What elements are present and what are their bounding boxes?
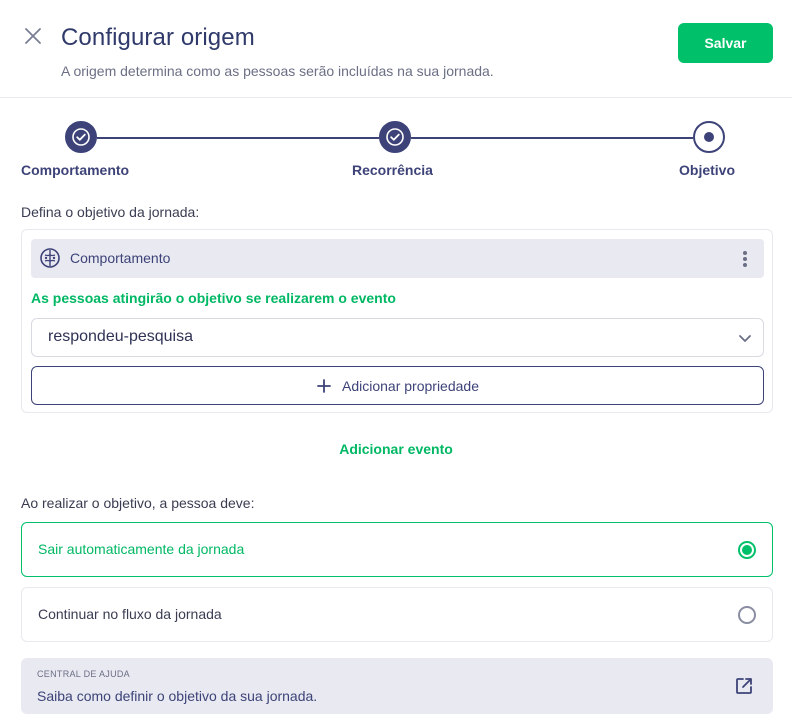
check-icon [386,128,404,146]
step-recorrencia[interactable] [379,121,411,153]
event-select[interactable]: respondeu-pesquisa [31,318,764,357]
page-subtitle: A origem determina como as pessoas serão… [61,63,494,79]
step-label-comportamento: Comportamento [21,162,130,178]
add-event-button[interactable]: Adicionar evento [339,441,453,457]
add-property-label: Adicionar propriedade [342,377,479,394]
radio-selected-icon[interactable] [738,541,756,559]
event-type-label: Comportamento [70,250,171,266]
plus-icon [317,378,331,393]
page-title: Configurar origem [61,24,255,51]
goal-section-label: Defina o objetivo da jornada: [21,204,200,220]
step-objetivo[interactable] [693,121,725,153]
more-options-icon[interactable] [738,249,752,269]
event-description: As pessoas atingirão o objetivo se reali… [31,290,396,306]
event-select-value: respondeu-pesquisa [48,328,193,345]
help-center-link[interactable]: CENTRAL DE AJUDA Saiba como definir o ob… [21,658,773,714]
close-icon[interactable] [22,25,44,47]
add-event-container: Adicionar evento [0,441,792,457]
event-card-header: Comportamento [31,239,764,278]
brain-icon [40,248,60,268]
step-connector [97,137,379,139]
option-continue-flow[interactable]: Continuar no fluxo da jornada [21,587,773,642]
step-label-recorrencia: Recorrência [352,162,433,178]
option-exit-journey[interactable]: Sair automaticamente da jornada [21,522,773,577]
help-text: Saiba como definir o objetivo da sua jor… [37,688,318,704]
option-label: Continuar no fluxo da jornada [38,606,222,622]
help-caption: CENTRAL DE AJUDA [37,669,130,679]
step-comportamento[interactable] [65,121,97,153]
save-button[interactable]: Salvar [678,23,773,63]
step-connector [411,137,693,139]
goal-event-card: Comportamento As pessoas atingirão o obj… [21,229,773,413]
option-label: Sair automaticamente da jornada [38,541,245,557]
modal-header: Configurar origem A origem determina com… [0,0,792,98]
exit-section-label: Ao realizar o objetivo, a pessoa deve: [21,495,255,511]
add-property-button[interactable]: Adicionar propriedade [31,366,764,405]
radio-unselected-icon[interactable] [738,606,756,624]
external-link-icon [736,678,752,694]
check-icon [72,128,90,146]
dot-icon [704,132,714,142]
chevron-down-icon [739,335,751,342]
step-label-objetivo: Objetivo [679,162,736,178]
